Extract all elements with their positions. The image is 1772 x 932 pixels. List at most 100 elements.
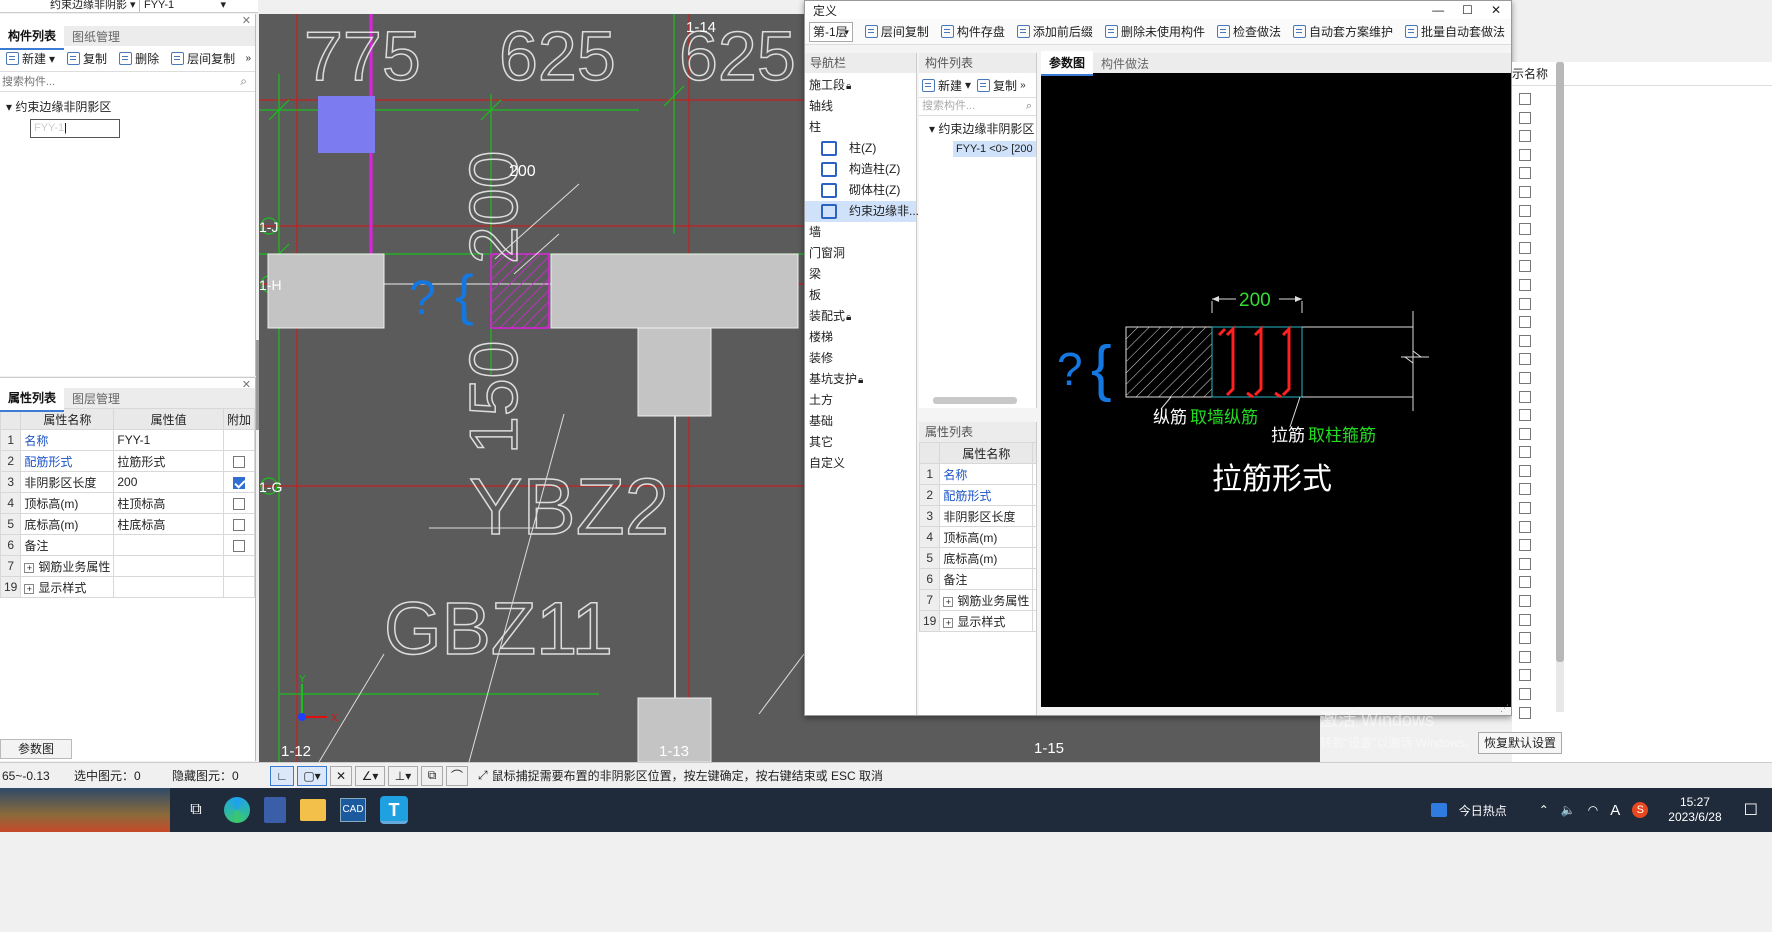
nav-item[interactable]: 约束边缘非...: [805, 201, 919, 222]
arc-snap-icon[interactable]: ⌒: [446, 765, 468, 786]
expand-icon[interactable]: +: [24, 583, 35, 594]
attach-checkbox[interactable]: [232, 497, 245, 510]
volume-icon[interactable]: 🔈: [1561, 803, 1576, 817]
dlg-prop-value[interactable]: 柱: [1032, 547, 1036, 569]
visibility-checkbox[interactable]: [1519, 241, 1531, 254]
tray-chevron-icon[interactable]: ⌃: [1539, 803, 1549, 817]
attach-checkbox[interactable]: [232, 539, 245, 552]
file-explorer-icon[interactable]: [300, 799, 326, 821]
visibility-checkbox[interactable]: [1519, 93, 1531, 105]
tab-property-list[interactable]: 属性列表: [0, 384, 65, 412]
visibility-checkbox[interactable]: [1519, 148, 1531, 161]
tab-drawing-manage[interactable]: 图纸管理: [64, 24, 128, 49]
copy-button[interactable]: 复制: [61, 48, 113, 70]
dlg-prop-value[interactable]: F: [1032, 463, 1036, 485]
attach-checkbox[interactable]: [232, 455, 245, 468]
visibility-checkbox[interactable]: [1519, 483, 1531, 496]
attach-checkbox[interactable]: [232, 518, 245, 531]
visibility-checkbox[interactable]: [1519, 464, 1531, 477]
nav-item[interactable]: 土方: [805, 390, 916, 411]
nav-item[interactable]: 自定义: [805, 453, 916, 474]
dlg-expand-icon[interactable]: +: [943, 596, 954, 607]
prop-value[interactable]: 200: [113, 471, 224, 493]
dialog-prop-row[interactable]: 4 顶标高(m) 柱: [919, 526, 1036, 548]
tab-param-diagram[interactable]: 参数图: [1041, 50, 1094, 76]
visibility-checkbox[interactable]: [1519, 316, 1531, 329]
nav-item[interactable]: 柱(Z): [805, 138, 916, 159]
visibility-checkbox[interactable]: [1519, 167, 1531, 180]
dialog-toolbar-button-6[interactable]: 批量自动套做法: [1399, 21, 1511, 43]
nav-item[interactable]: 其它: [805, 432, 916, 453]
copy-snap-icon[interactable]: ⧉: [421, 765, 443, 786]
dlg-prop-value[interactable]: 柱: [1032, 526, 1036, 548]
component-name-combo[interactable]: FYY-1 ▾: [140, 0, 230, 12]
prop-close-icon[interactable]: ✕: [242, 378, 251, 391]
nav-item[interactable]: 柱: [805, 117, 916, 138]
task-view-icon[interactable]: ⧉: [182, 796, 210, 824]
dialog-prop-row[interactable]: 5 底标高(m) 柱: [919, 547, 1036, 569]
right-scrollbar[interactable]: [1556, 62, 1564, 712]
attach-checkbox[interactable]: [232, 476, 245, 489]
column-stem[interactable]: [637, 327, 712, 417]
nav-item[interactable]: 砌体柱(Z): [805, 180, 916, 201]
dlg-prop-value[interactable]: [1032, 610, 1036, 632]
dlg-prop-value[interactable]: [1032, 589, 1036, 611]
dialog-toolbar-button-4[interactable]: 检查做法: [1211, 21, 1287, 43]
news-icon[interactable]: [1430, 803, 1447, 817]
restore-defaults-button[interactable]: 恢复默认设置: [1478, 732, 1562, 754]
visibility-checkbox[interactable]: [1519, 669, 1531, 682]
nav-item[interactable]: 轴线: [805, 96, 916, 117]
dialog-toolbar-button-1[interactable]: 构件存盘: [935, 21, 1011, 43]
taskbar-widget-image[interactable]: [0, 788, 170, 832]
visibility-checkbox[interactable]: [1519, 297, 1531, 310]
prop-value[interactable]: 拉筋形式: [113, 450, 224, 472]
more-chevron-icon[interactable]: »: [245, 53, 255, 64]
nav-item[interactable]: 基础: [805, 411, 916, 432]
visibility-checkbox[interactable]: [1519, 278, 1531, 291]
nav-item[interactable]: 墙: [805, 222, 916, 243]
visibility-checkbox[interactable]: [1519, 446, 1531, 459]
tree-edit-field[interactable]: FYY-1|: [30, 119, 120, 138]
visibility-checkbox[interactable]: [1519, 688, 1531, 700]
floor-copy-button[interactable]: 层间复制: [165, 48, 241, 70]
visibility-checkbox[interactable]: [1519, 334, 1531, 347]
nav-item[interactable]: 构造柱(Z): [805, 159, 916, 180]
dialog-toolbar-button-5[interactable]: 自动套方案维护: [1287, 21, 1399, 43]
nav-item[interactable]: 楼梯: [805, 327, 916, 348]
resize-grip-icon[interactable]: ⋰: [1500, 703, 1509, 714]
prop-value[interactable]: FYY-1: [113, 429, 224, 451]
search-input[interactable]: [0, 72, 230, 91]
comp-search-icon[interactable]: ⌕: [1026, 98, 1032, 115]
property-row[interactable]: 3 非阴影区长度 200: [0, 471, 256, 493]
dialog-titlebar[interactable]: 定义 — ☐ ✕: [805, 1, 1511, 19]
visibility-checkbox[interactable]: [1519, 539, 1531, 552]
non-shadow-region-hatch[interactable]: [490, 253, 550, 329]
notification-icon[interactable]: ☐: [1744, 800, 1758, 820]
visibility-checkbox[interactable]: [1519, 576, 1531, 589]
new-button[interactable]: 新建 ▾: [0, 48, 61, 70]
dialog-prop-row[interactable]: 7 + 钢筋业务属性: [919, 589, 1036, 611]
param-diagram-button[interactable]: 参数图: [0, 739, 72, 759]
clock[interactable]: 15:27 2023/6/28: [1668, 795, 1721, 825]
prop-value[interactable]: [113, 534, 224, 556]
glodon-app-icon[interactable]: T: [380, 796, 408, 824]
comp-new-button[interactable]: 新建 ▾: [919, 74, 974, 96]
prop-value[interactable]: [113, 555, 224, 577]
visibility-checkbox[interactable]: [1519, 390, 1531, 403]
visibility-checkbox[interactable]: [1519, 409, 1531, 422]
property-row[interactable]: 6 备注: [0, 534, 256, 556]
dialog-toolbar-button-0[interactable]: 层间复制: [859, 21, 935, 43]
panel-close-icon[interactable]: ✕: [242, 14, 251, 27]
ortho-snap-icon[interactable]: ∟: [270, 765, 294, 786]
dialog-toolbar-button-3[interactable]: 删除未使用构件: [1099, 21, 1211, 43]
visibility-checkbox[interactable]: [1519, 130, 1531, 143]
object-snap-icon[interactable]: ▢▾: [297, 765, 327, 786]
cad-viewport-right[interactable]: 1-15: [804, 716, 1320, 762]
edge-icon[interactable]: [224, 797, 250, 823]
visibility-checkbox[interactable]: [1519, 204, 1531, 217]
visibility-checkbox[interactable]: [1519, 595, 1531, 608]
dialog-prop-row[interactable]: 1 名称 F: [919, 463, 1036, 485]
dlg-prop-value[interactable]: 拉: [1032, 484, 1036, 506]
comp-copy-button[interactable]: 复制: [974, 74, 1020, 96]
cad-app-icon[interactable]: CAD: [340, 798, 366, 822]
